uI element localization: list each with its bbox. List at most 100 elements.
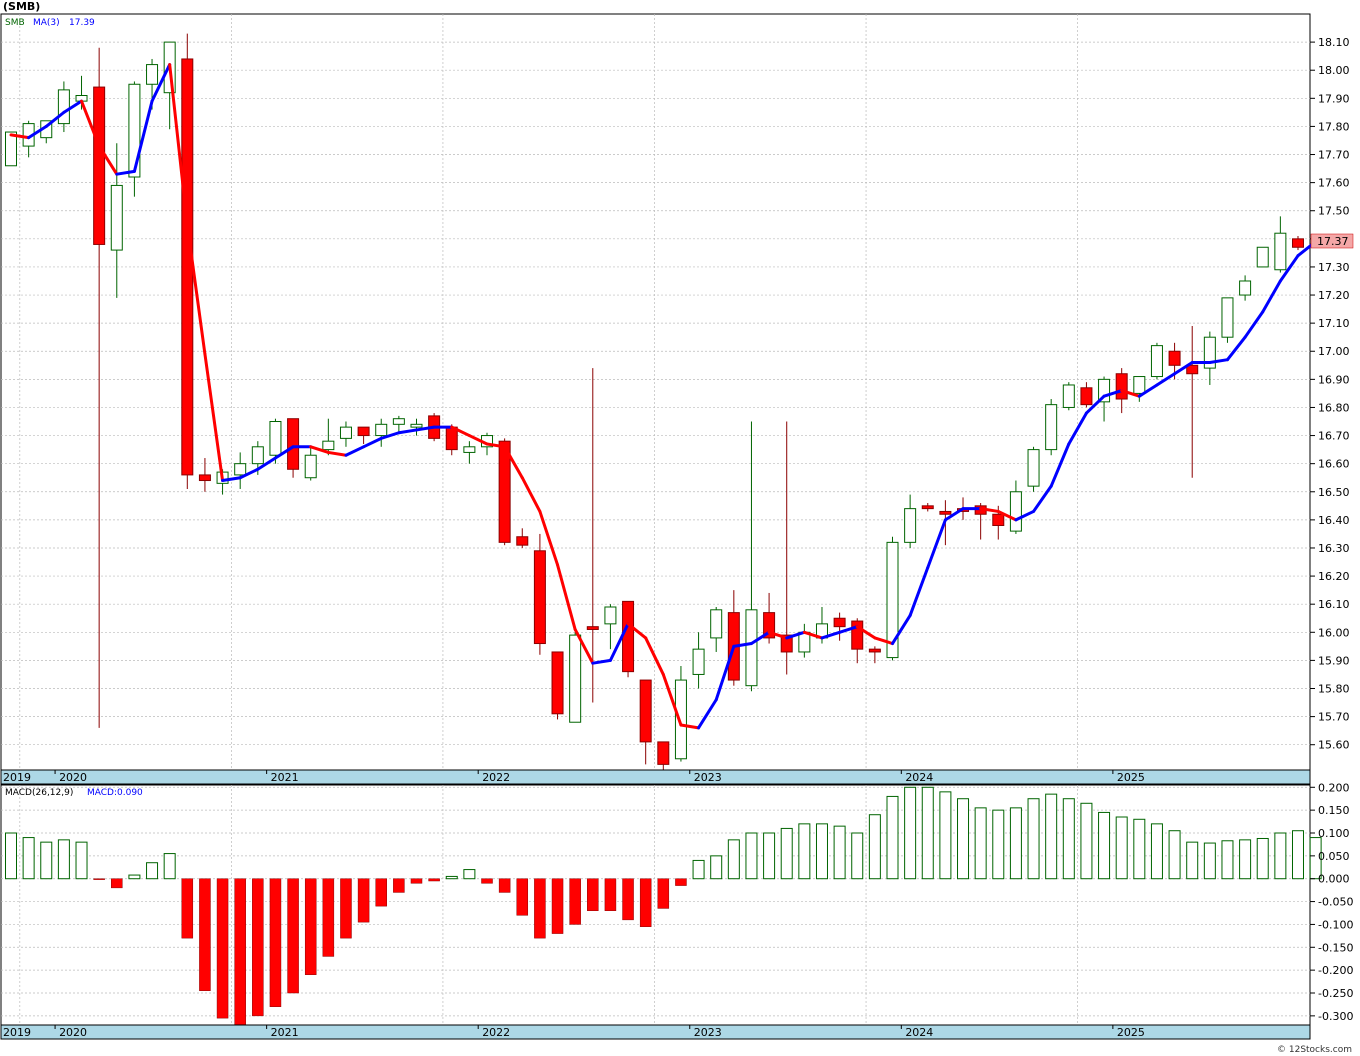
macd-bar-positive	[1274, 832, 1287, 880]
macd-bar-positive	[957, 798, 970, 880]
x-tick-label: 2021	[271, 1026, 299, 1039]
y-tick-label: 18.10	[1318, 36, 1350, 49]
candle-up	[710, 609, 723, 639]
candle-up	[269, 421, 282, 456]
macd-bar-positive	[1186, 841, 1199, 880]
watermark: © 12Stocks.com	[1277, 1045, 1352, 1055]
candle-up	[692, 648, 705, 675]
candle-up	[1274, 232, 1287, 271]
macd-bar-negative	[252, 878, 264, 1017]
candle-up	[234, 463, 247, 476]
macd-bar-negative	[393, 878, 405, 893]
macd-bar-negative	[375, 878, 387, 907]
macd-bar-positive	[815, 823, 828, 880]
macd-bar-negative	[604, 878, 617, 911]
y-tick-label: 16.50	[1318, 486, 1350, 499]
candle-up	[375, 423, 388, 437]
candle-down	[357, 426, 370, 437]
candle-up	[604, 606, 617, 625]
candle-down	[181, 58, 194, 476]
y-tick-label: 17.20	[1318, 289, 1350, 302]
y-tick-label: -0.050	[1318, 896, 1353, 909]
candle-down	[533, 550, 546, 645]
legend-ma-value: 17.39	[69, 18, 95, 28]
y-tick-label: 0.200	[1318, 781, 1350, 794]
macd-bar-negative	[304, 878, 317, 975]
candle-up	[410, 423, 423, 428]
macd-bar-positive	[992, 809, 1005, 880]
y-tick-label: 15.80	[1318, 682, 1350, 695]
macd-bar-positive	[921, 786, 934, 880]
y-tick-label: -0.250	[1318, 987, 1353, 1000]
x-tick-label: 2020	[59, 1026, 87, 1039]
candle-down	[833, 617, 846, 628]
macd-bar-negative	[322, 878, 335, 957]
candle-down	[939, 510, 952, 515]
candle-up	[1221, 297, 1234, 338]
y-tick-label: 16.20	[1318, 570, 1350, 583]
macd-bar-negative	[93, 878, 105, 880]
y-tick-label: 16.40	[1318, 514, 1350, 527]
candle-up	[1256, 246, 1269, 268]
macd-bar-positive	[1098, 811, 1111, 880]
macd-bar-positive	[1256, 837, 1269, 880]
macd-bar-positive	[1133, 818, 1146, 880]
macd-bar-positive	[1009, 807, 1022, 880]
candle-up	[110, 184, 123, 251]
macd-bar-positive	[745, 832, 758, 880]
macd-bar-positive	[798, 823, 811, 880]
candle-up	[1133, 376, 1146, 394]
candle-up	[1239, 280, 1252, 296]
macd-bar-positive	[886, 795, 899, 880]
y-tick-label: 0.050	[1318, 850, 1350, 863]
macd-bar-positive	[1045, 793, 1058, 880]
macd-bar-positive	[939, 791, 952, 880]
macd-bar-positive	[1221, 840, 1234, 880]
macd-bar-positive	[727, 839, 740, 880]
macd-bar-positive	[1062, 798, 1075, 880]
y-tick-label: 0.100	[1318, 827, 1350, 840]
candle-down	[93, 86, 106, 245]
x-tick-label: 2019	[3, 1026, 31, 1039]
macd-bar-positive	[57, 839, 70, 880]
candle-down	[1080, 387, 1093, 406]
candle-down	[1168, 350, 1181, 366]
macd-bar-positive	[1150, 823, 1163, 880]
y-tick-label: 16.60	[1318, 458, 1350, 471]
macd-bar-positive	[868, 814, 881, 880]
macd-bar-positive	[763, 832, 776, 880]
macd-bar-positive	[5, 832, 17, 880]
x-tick-label: 2021	[271, 771, 299, 784]
macd-bar-positive	[780, 827, 793, 880]
macd-panel: -0.300 -0.250 -0.200 -0.150 -0.100 -0.050 0.00…	[0, 781, 1353, 1040]
last-price-tag: 17.37	[1317, 235, 1349, 248]
macd-bar-negative	[216, 878, 229, 1019]
macd-bar-negative	[269, 878, 282, 1007]
candle-down	[551, 651, 564, 715]
y-tick-label: 17.90	[1318, 92, 1350, 105]
macd-bar-negative	[551, 878, 564, 934]
y-tick-label: 16.00	[1318, 626, 1350, 639]
candle-up	[674, 679, 687, 760]
price-panel: 15.60 15.70 15.80 15.90 16.00 16.10 16.20 16.30…	[0, 0, 1354, 785]
macd-bar-negative	[569, 878, 581, 925]
candle-up	[1009, 491, 1022, 532]
macd-bar-negative	[534, 878, 546, 939]
macd-bar-positive	[163, 853, 176, 880]
x-tick-label: 2025	[1117, 1026, 1145, 1039]
x-tick-label: 2024	[905, 1026, 933, 1039]
macd-bar-negative	[498, 878, 511, 893]
candle-down	[921, 505, 934, 510]
y-tick-label: 17.80	[1318, 120, 1350, 133]
candle-up	[304, 454, 317, 479]
macd-bar-positive	[1080, 802, 1093, 880]
y-tick-label: -0.200	[1318, 964, 1353, 977]
y-tick-label: 17.10	[1318, 317, 1350, 330]
macd-bar-negative	[622, 878, 634, 921]
candle-up	[904, 508, 917, 543]
macd-bar-positive	[1168, 830, 1181, 880]
y-tick-label: 17.30	[1318, 261, 1350, 274]
candle-up	[322, 440, 335, 451]
x-tick-label: 2020	[59, 771, 87, 784]
macd-bar-negative	[340, 878, 352, 939]
